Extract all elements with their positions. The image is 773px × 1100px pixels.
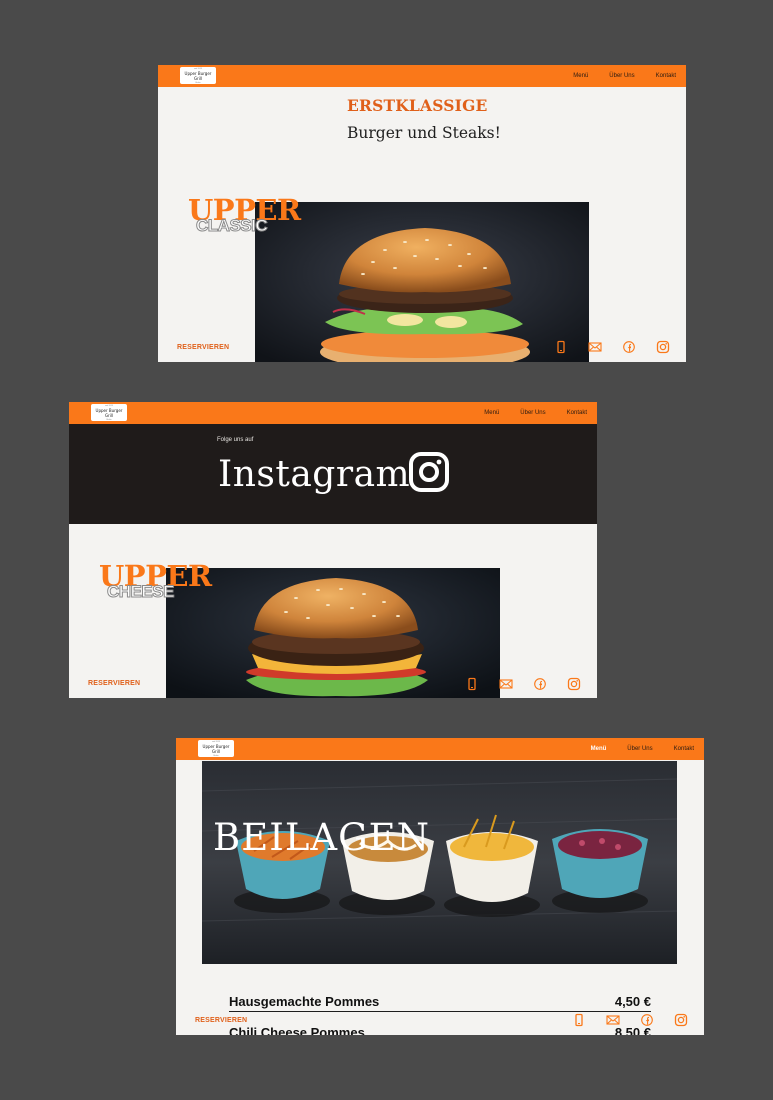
mockup-classic: seit 2019 Upper Burger Grill Berlin Menü… [158, 65, 686, 362]
navbar: seit 2019 Upper Burger Grill Berlin Menü… [69, 402, 597, 424]
mail-icon[interactable] [606, 1013, 620, 1027]
reserve-button[interactable]: RESERVIEREN [88, 680, 140, 687]
social-links [465, 677, 581, 691]
brand-logo-sub: Berlin [106, 419, 112, 421]
menu-item-price: 4,50 € [614, 994, 651, 1009]
hero-heading-orange: ERSTKLASSIGE [347, 96, 488, 115]
brand-logo[interactable]: seit 2019 Upper Burger Grill Berlin [180, 67, 216, 84]
menu-item-name: Hausgemachte Pommes [229, 994, 380, 1009]
nav-about[interactable]: Über Uns [609, 73, 634, 79]
brand-logo[interactable]: seit 2019 Upper Burger Grill Berlin [91, 404, 127, 421]
section-title: BEILAGEN [213, 816, 431, 859]
mail-icon[interactable] [588, 340, 602, 354]
brand-logo[interactable]: seit 2019 Upper Burger Grill Berlin [198, 740, 234, 757]
nav-links: Menü Über Uns Kontakt [573, 65, 676, 87]
navbar: seit 2019 Upper Burger Grill Berlin Menü… [176, 738, 704, 760]
nav-contact[interactable]: Kontakt [656, 73, 676, 79]
nav-menu[interactable]: Menü [591, 746, 607, 752]
burger-photo [166, 568, 500, 698]
brand-logo-sub: Berlin [213, 755, 219, 757]
facebook-icon[interactable] [533, 677, 547, 691]
facebook-icon[interactable] [640, 1013, 654, 1027]
phone-icon[interactable] [572, 1013, 586, 1027]
brand-logo-name: Upper Burger Grill [95, 408, 123, 418]
mockup-cheese: seit 2019 Upper Burger Grill Berlin Menü… [69, 402, 597, 698]
nav-contact[interactable]: Kontakt [674, 746, 694, 752]
mail-icon[interactable] [499, 677, 513, 691]
brand-logo-sub: Berlin [195, 82, 201, 84]
instagram-icon[interactable] [567, 677, 581, 691]
mockup-sides-menu: seit 2019 Upper Burger Grill Berlin Menü… [176, 738, 704, 1035]
instagram-icon[interactable] [656, 340, 670, 354]
social-links [572, 1013, 688, 1027]
nav-about[interactable]: Über Uns [520, 410, 545, 416]
nav-about[interactable]: Über Uns [627, 746, 652, 752]
instagram-icon[interactable] [674, 1013, 688, 1027]
phone-icon[interactable] [465, 677, 479, 691]
social-links [554, 340, 670, 354]
nav-links: Menü Über Uns Kontakt [484, 402, 587, 424]
nav-links: Menü Über Uns Kontakt [591, 738, 694, 760]
hero-heading: Burger und Steaks! [347, 124, 501, 142]
instagram-logo-icon [408, 451, 450, 498]
navbar: seit 2019 Upper Burger Grill Berlin Menü… [158, 65, 686, 87]
follow-text: Folge uns auf [217, 437, 254, 443]
brand-logo-name: Upper Burger Grill [184, 71, 212, 81]
reserve-button[interactable]: RESERVIEREN [195, 1017, 247, 1024]
reserve-button[interactable]: RESERVIEREN [177, 344, 229, 351]
menu-divider [229, 1011, 651, 1012]
nav-contact[interactable]: Kontakt [567, 410, 587, 416]
facebook-icon[interactable] [622, 340, 636, 354]
burger-subtitle: CHEESE [107, 582, 175, 601]
nav-menu[interactable]: Menü [573, 73, 588, 79]
sides-photo [202, 761, 677, 964]
menu-item-name: Chili Cheese Pommes [229, 1025, 365, 1035]
burger-photo [255, 202, 589, 362]
nav-menu[interactable]: Menü [484, 410, 499, 416]
burger-subtitle: CLASSIC [195, 216, 268, 235]
brand-logo-name: Upper Burger Grill [202, 744, 230, 754]
phone-icon[interactable] [554, 340, 568, 354]
menu-item[interactable]: Hausgemachte Pommes 4,50 € [229, 994, 651, 1009]
instagram-label: Instagram [218, 454, 411, 495]
instagram-banner[interactable]: Folge uns auf Instagram [69, 424, 597, 524]
